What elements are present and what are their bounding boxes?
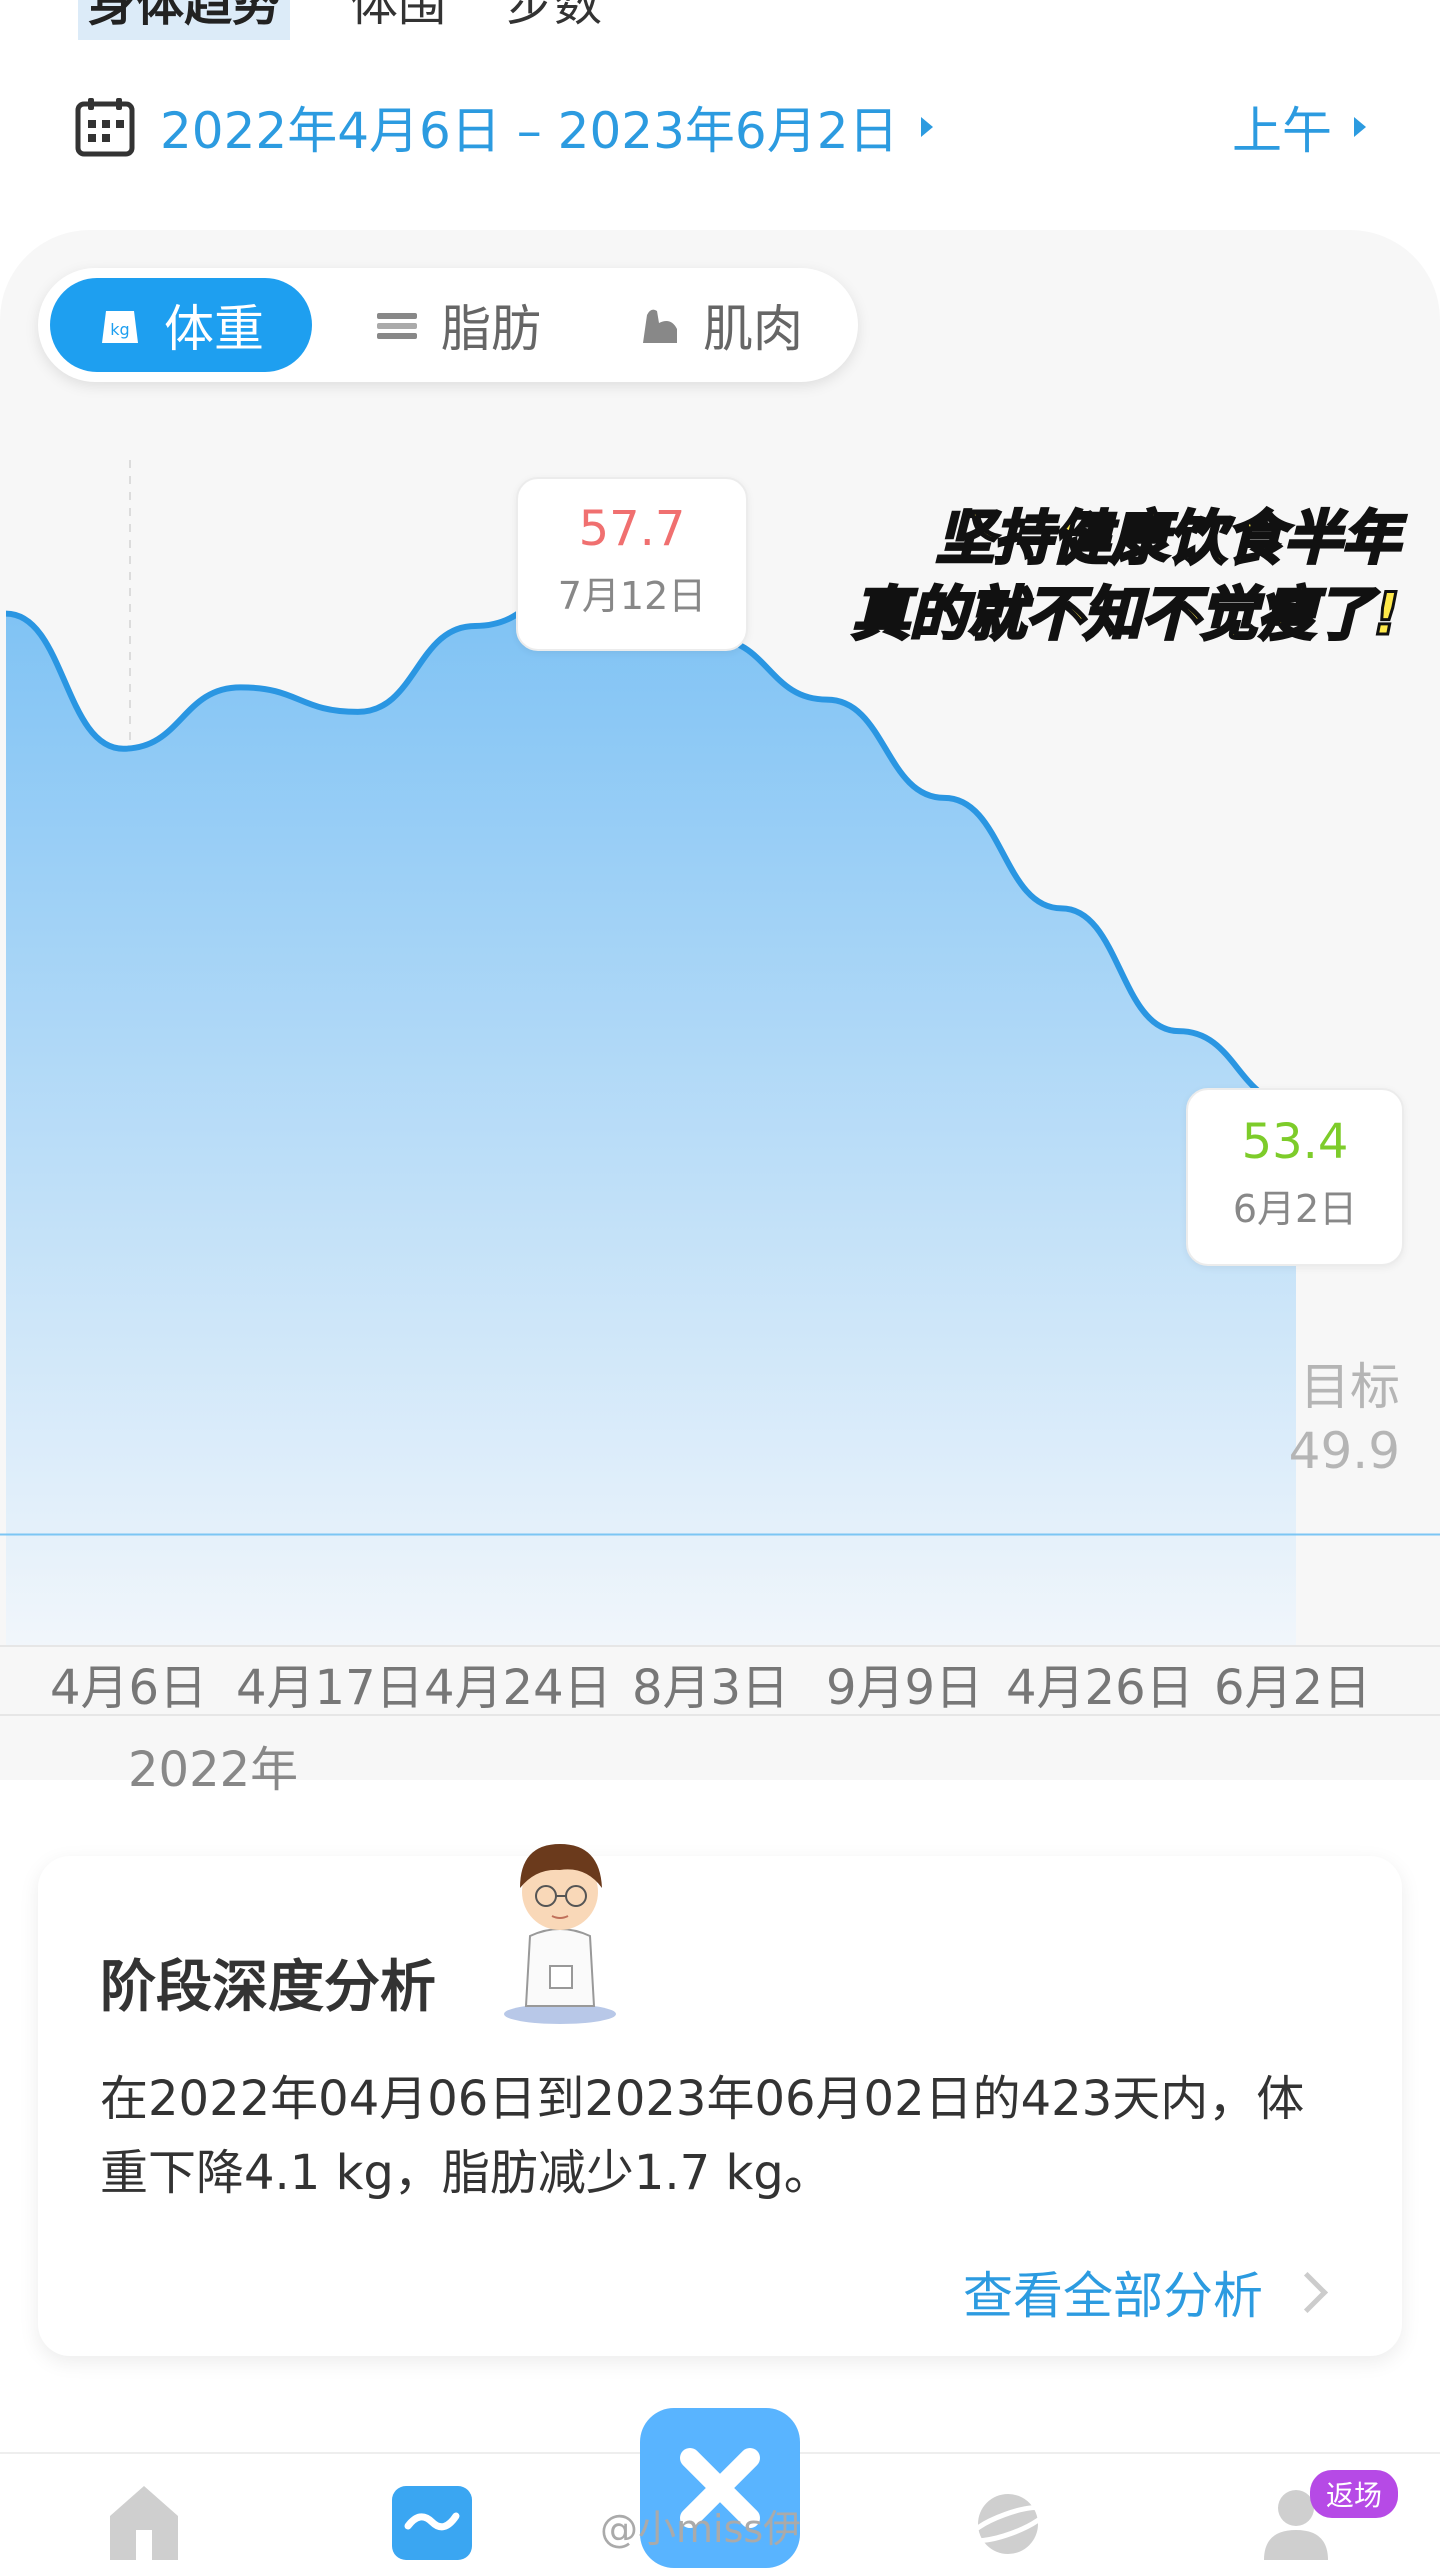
tab-girth[interactable]: 体围 — [350, 0, 446, 40]
fat-icon — [377, 313, 417, 339]
analysis-text: 在2022年04月06日到2023年06月02日的423天内，体重下降4.1 k… — [100, 2071, 1305, 2201]
home-icon[interactable] — [104, 2480, 184, 2560]
period-selector[interactable]: 上午 — [1232, 91, 1366, 163]
x-label: 4月26日 — [1006, 1660, 1194, 1716]
metric-segmented-control: kg 体重 脂肪 肌肉 — [38, 268, 858, 382]
view-full-analysis-link[interactable]: 查看全部分析 — [963, 2256, 1329, 2328]
muscle-icon — [643, 309, 677, 343]
max-value-date: 7月12日 — [557, 574, 707, 618]
goal-text: 目标 — [1300, 1358, 1400, 1416]
trend-icon[interactable] — [392, 2480, 472, 2560]
x-label: 4月17日 — [236, 1660, 424, 1716]
x-label: 8月3日 — [632, 1660, 790, 1716]
last-value-tooltip: 53.4 6月2日 — [1186, 1088, 1404, 1266]
cartoon-doctor-avatar — [504, 1844, 616, 2024]
caption-line-2: 真的就不知不觉瘦了! — [850, 579, 1401, 650]
metric-tab-muscle-label: 肌肉 — [703, 300, 803, 358]
kg-scale-icon: kg — [102, 311, 138, 343]
max-value-tooltip: 57.7 7月12日 — [516, 477, 748, 651]
goal-label: 目标 49.9 — [1289, 1355, 1400, 1483]
svg-text:kg: kg — [110, 320, 129, 339]
metric-tab-muscle[interactable]: 肌肉 — [600, 278, 840, 372]
x-label: 4月24日 — [424, 1660, 612, 1716]
metric-tab-fat-label: 脂肪 — [441, 300, 541, 358]
tab-steps[interactable]: 步数 — [506, 0, 602, 40]
chevron-right-icon — [1286, 2271, 1329, 2313]
last-value: 53.4 — [1241, 1114, 1349, 1170]
analysis-title: 阶段深度分析 — [100, 1955, 436, 2020]
tab-body-trend[interactable]: 身体趋势 — [78, 0, 291, 40]
analysis-card: 阶段深度分析 在2022年04月06日到2023年06月02日的423天内，体重… — [38, 1856, 1402, 2356]
metric-tab-weight-label: 体重 — [164, 300, 264, 358]
watermark: @小miss伊 — [600, 2507, 802, 2551]
planet-icon[interactable] — [968, 2480, 1048, 2560]
period-arrow-icon — [1354, 117, 1366, 137]
period-label: 上午 — [1232, 102, 1332, 160]
view-full-analysis-label: 查看全部分析 — [963, 2267, 1263, 2325]
top-tabs: 身体趋势 体围 步数 — [78, 0, 602, 40]
date-range-arrow-icon[interactable] — [920, 117, 933, 137]
date-range[interactable]: 2022年4月6日 – 2023年6月2日 — [160, 91, 899, 163]
metric-tab-weight[interactable]: kg 体重 — [50, 278, 312, 372]
weight-area — [6, 576, 1296, 1646]
max-value: 57.7 — [578, 501, 686, 557]
last-value-date: 6月2日 — [1232, 1187, 1358, 1231]
x-label: 9月9日 — [826, 1660, 984, 1716]
x-axis-line-top — [0, 1645, 1440, 1647]
date-row: 2022年4月6日 – 2023年6月2日 上午 — [74, 90, 1366, 164]
rerun-badge: 返场 — [1310, 2470, 1399, 2518]
x-label: 4月6日 — [50, 1660, 208, 1716]
goal-value: 49.9 — [1288, 1422, 1400, 1480]
metric-tab-fat[interactable]: 脂肪 — [338, 278, 578, 372]
overlay-caption: 坚持健康饮食半年 真的就不知不觉瘦了! — [760, 500, 1401, 652]
x-label: 6月2日 — [1214, 1660, 1372, 1716]
calendar-icon[interactable] — [74, 96, 136, 158]
year-label: 2022年 — [128, 1742, 299, 1798]
caption-line-1: 坚持健康饮食半年 — [934, 503, 1401, 574]
